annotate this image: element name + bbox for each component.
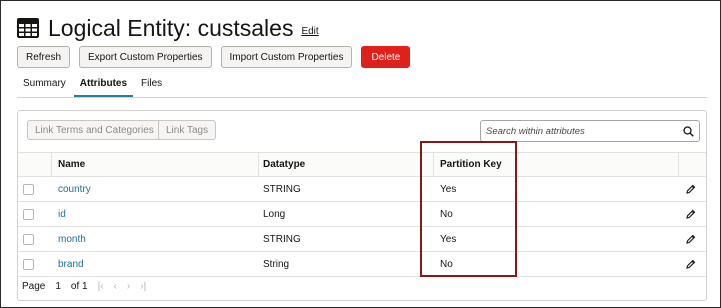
link-terms-button[interactable]: Link Terms and Categories <box>27 120 162 140</box>
search-box <box>480 120 700 142</box>
edit-link[interactable]: Edit <box>301 26 318 37</box>
last-page-icon[interactable]: ›| <box>140 281 146 292</box>
row-checkbox[interactable] <box>23 183 34 195</box>
next-page-icon[interactable]: › <box>127 281 130 292</box>
attribute-name-link[interactable]: brand <box>56 252 84 276</box>
refresh-button[interactable]: Refresh <box>17 46 71 68</box>
row-checkbox[interactable] <box>23 233 34 245</box>
page-header: Logical Entity: custsales Edit <box>17 12 319 44</box>
attribute-datatype: STRING <box>263 233 301 245</box>
export-custom-properties-button[interactable]: Export Custom Properties <box>79 46 212 68</box>
row-checkbox[interactable] <box>23 258 34 270</box>
pagination: Page 1 of 1 |‹ ‹ › ›| <box>22 281 146 292</box>
attributes-panel: Link Terms and Categories Link Tags Name… <box>17 110 707 301</box>
delete-button[interactable]: Delete <box>361 46 411 68</box>
row-checkbox[interactable] <box>23 208 34 220</box>
page-label: Page <box>22 281 46 292</box>
attribute-datatype: STRING <box>263 183 301 195</box>
page-number-input[interactable]: 1 <box>55 281 61 292</box>
table-row: month STRING Yes <box>18 227 706 252</box>
link-tags-button[interactable]: Link Tags <box>158 120 217 140</box>
attributes-table: Name Datatype Partition Key country STRI… <box>18 152 706 277</box>
tab-bar: Summary Attributes Files <box>17 74 707 98</box>
attribute-name-link[interactable]: id <box>56 202 66 226</box>
tab-files[interactable]: Files <box>135 74 168 97</box>
table-row: brand String No <box>18 252 706 277</box>
page-count-label: of 1 <box>70 281 88 292</box>
column-header-datatype[interactable]: Datatype <box>263 153 305 176</box>
search-icon[interactable] <box>677 125 699 137</box>
table-icon <box>17 18 39 38</box>
attribute-name-link[interactable]: country <box>56 177 91 201</box>
table-row: id Long No <box>18 202 706 227</box>
tab-attributes[interactable]: Attributes <box>73 74 134 97</box>
attribute-datatype: String <box>263 258 290 270</box>
first-page-icon[interactable]: |‹ <box>98 281 104 292</box>
prev-page-icon[interactable]: ‹ <box>114 281 117 292</box>
page-title: Logical Entity: custsales <box>48 14 294 41</box>
table-header-row: Name Datatype Partition Key <box>18 152 706 177</box>
column-header-name[interactable]: Name <box>56 153 85 176</box>
pencil-icon[interactable] <box>686 227 696 251</box>
tab-summary[interactable]: Summary <box>17 74 72 97</box>
pencil-icon[interactable] <box>686 177 696 201</box>
toolbar: Refresh Export Custom Properties Import … <box>17 46 419 68</box>
attribute-name-link[interactable]: month <box>56 227 86 251</box>
pencil-icon[interactable] <box>686 252 696 276</box>
search-input[interactable] <box>481 125 677 137</box>
partition-key-highlight-box <box>420 141 517 277</box>
attribute-datatype: Long <box>263 208 286 220</box>
import-custom-properties-button[interactable]: Import Custom Properties <box>220 46 353 68</box>
table-row: country STRING Yes <box>18 177 706 202</box>
pencil-icon[interactable] <box>686 202 696 226</box>
